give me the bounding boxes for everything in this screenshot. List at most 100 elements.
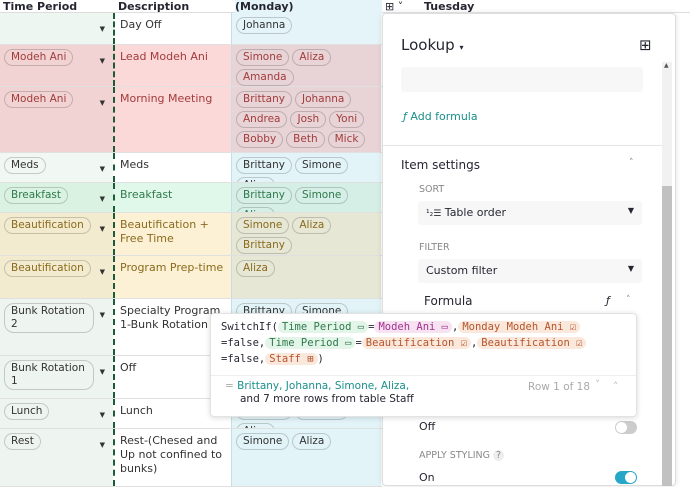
filter-select[interactable]: Custom filter ▼ <box>418 259 642 283</box>
time-period-cell[interactable]: Beautification ▼ <box>0 256 113 298</box>
table-row[interactable]: Beautification ▼ Program Prep-time Aliza <box>0 256 382 299</box>
toggle-switch-off[interactable] <box>615 421 637 434</box>
divider <box>383 145 663 146</box>
staff-chip: Simone <box>236 217 290 234</box>
table-row[interactable]: Beautification ▼ Beautification + Free Tim… <box>0 213 382 256</box>
dropdown-arrow-icon[interactable]: ▼ <box>100 25 105 33</box>
time-period-cell[interactable]: ▼ <box>0 13 113 44</box>
row-counter: Row 1 of 18 <box>528 381 591 393</box>
token-text: Time Period <box>281 321 352 333</box>
formula-input[interactable] <box>401 67 643 92</box>
column-token: Beautification ☑ <box>477 337 587 349</box>
monday-staff-cell[interactable]: Johanna <box>231 13 381 44</box>
time-period-cell[interactable]: Meds ▼ <box>0 153 113 182</box>
function-icon: ƒ <box>403 110 407 123</box>
scroll-up-icon[interactable]: ▲ <box>664 62 669 69</box>
dropdown-arrow-icon[interactable]: ▼ <box>100 411 105 419</box>
dropdown-arrow-icon[interactable]: ▼ <box>100 268 105 276</box>
toggle-switch-on[interactable] <box>615 471 637 484</box>
prev-row-icon[interactable]: ˄ <box>613 381 618 394</box>
monday-staff-cell[interactable]: Simone Aliza <box>231 429 381 486</box>
add-formula-label: Add formula <box>410 110 478 123</box>
staff-chip: Brittany <box>236 157 292 174</box>
formula-text: =false, <box>221 353 266 365</box>
help-icon[interactable]: ? <box>493 450 505 461</box>
staff-chip: Bobby <box>236 131 284 148</box>
table-token: Staff ⊞ <box>265 353 318 365</box>
column-header-time-period[interactable]: Time Period <box>3 0 77 13</box>
description-cell[interactable]: Rest-(Chesed and Up not confined to bunk… <box>113 429 231 486</box>
monday-staff-cell[interactable]: Simone Aliza Brittany <box>231 213 381 255</box>
time-period-cell[interactable]: Beautification ▼ <box>0 213 113 255</box>
value-token: Beautification ☑ <box>361 337 471 349</box>
formula-code[interactable]: SwitchIf(Time Period ▭ = Modeh Ani ▭, Monda… <box>211 314 636 372</box>
column-options-icon[interactable]: ⊞ ˅ <box>385 0 403 13</box>
description-cell[interactable]: Lead Modeh Ani <box>113 45 231 86</box>
column-header-tuesday[interactable]: Tuesday <box>424 0 474 13</box>
staff-chip: Aliza <box>236 260 275 277</box>
time-period-cell[interactable]: Bunk Rotation 1 ▼ <box>0 356 113 398</box>
table-icon[interactable]: ⊞ <box>639 36 652 54</box>
formula-heading: Formula <box>424 294 473 308</box>
description-cell[interactable]: Breakfast <box>113 183 231 212</box>
time-period-cell[interactable]: Modeh Ani ▼ <box>0 45 113 86</box>
monday-staff-cell[interactable]: Simone Aliza Amanda <box>231 45 381 86</box>
time-period-chip: Modeh Ani <box>4 49 74 66</box>
staff-chip: Yoni <box>329 111 365 128</box>
sort-label: SORT <box>419 184 445 195</box>
dropdown-arrow-icon[interactable]: ▼ <box>100 195 105 203</box>
dropdown-arrow-icon[interactable]: ▼ <box>100 165 105 173</box>
table-row[interactable]: Meds ▼ Meds BrittanySimone Aliza <box>0 153 382 183</box>
table-row[interactable]: Breakfast ▼ Breakfast BrittanySimone Aliza <box>0 183 382 213</box>
monday-staff-cell[interactable]: Aliza <box>231 256 381 298</box>
collapse-icon[interactable]: ˄ <box>629 158 634 168</box>
function-icon[interactable]: ƒ <box>606 294 610 307</box>
formula-editor-popup[interactable]: SwitchIf(Time Period ▭ = Modeh Ani ▭, Monda… <box>210 313 637 417</box>
dropdown-arrow-icon[interactable]: ▼ <box>100 99 105 107</box>
add-formula-button[interactable]: ƒ Add formula <box>403 110 478 123</box>
dropdown-arrow-icon[interactable]: ▼ <box>100 368 105 376</box>
formula-close: ) <box>317 353 324 365</box>
scrollbar-thumb[interactable] <box>662 186 672 486</box>
time-period-cell[interactable]: Breakfast ▼ <box>0 183 113 212</box>
description-cell[interactable]: Beautification + Free Time <box>113 213 231 255</box>
table-row[interactable]: Rest ▼ Rest-(Chesed and Up not confined to… <box>0 429 382 487</box>
token-text: Beautification <box>365 337 455 349</box>
dropdown-arrow-icon[interactable]: ▼ <box>100 57 105 65</box>
dropdown-arrow-icon[interactable]: ▼ <box>100 441 105 449</box>
time-period-chip: Bunk Rotation 2 <box>4 303 94 333</box>
column-header-description[interactable]: Description <box>118 0 189 13</box>
token-text: Beautification <box>481 337 570 349</box>
sort-select[interactable]: ¹₂☰ Table order ▼ <box>418 201 642 225</box>
monday-staff-cell[interactable]: Brittany Johanna Andrea Josh Yoni Bobby Beth Mi… <box>231 87 381 152</box>
staff-chip: Johanna <box>236 17 293 34</box>
on-label: On <box>419 471 435 484</box>
monday-staff-cell[interactable]: BrittanySimone Aliza <box>231 183 381 212</box>
time-period-cell[interactable]: Modeh Ani ▼ <box>0 87 113 152</box>
dropdown-arrow-icon[interactable]: ▼ <box>100 225 105 233</box>
description-cell[interactable]: Day Off <box>113 13 231 44</box>
dropdown-arrow-icon[interactable]: ▼ <box>100 311 105 319</box>
time-period-cell[interactable]: Bunk Rotation 2 ▼ <box>0 299 113 355</box>
table-row[interactable]: Modeh Ani ▼ Morning Meeting Brittany Johanna… <box>0 87 382 153</box>
panel-scrollbar[interactable]: ▲ <box>662 62 672 486</box>
table-row[interactable]: ▼ Day Off Johanna <box>0 13 382 45</box>
description-cell[interactable]: Program Prep-time <box>113 256 231 298</box>
description-cell[interactable]: Meds <box>113 153 231 182</box>
time-period-cell[interactable]: Lunch ▼ <box>0 399 113 428</box>
staff-chip: Simone <box>294 157 349 174</box>
collapse-icon[interactable]: ˄ <box>626 295 631 305</box>
staff-chip: Aliza <box>292 217 332 234</box>
panel-title-text: Lookup <box>401 36 455 54</box>
panel-title[interactable]: Lookup ▾ <box>401 36 464 54</box>
time-period-cell[interactable]: Rest ▼ <box>0 429 113 486</box>
staff-chip: Aliza <box>236 423 275 428</box>
column-header-row: Time Period Description (Monday) ⊞ ˅ Tue… <box>0 0 690 13</box>
next-row-icon[interactable]: ˅ <box>595 379 600 392</box>
description-cell[interactable]: Morning Meeting <box>113 87 231 152</box>
apply-styling-text: APPLY STYLING <box>419 450 491 461</box>
filter-label: FILTER <box>419 242 450 253</box>
column-header-monday[interactable]: (Monday) <box>235 0 382 13</box>
monday-staff-cell[interactable]: BrittanySimone Aliza <box>231 153 381 182</box>
table-row[interactable]: Modeh Ani ▼ Lead Modeh Ani Simone Aliza Amand… <box>0 45 382 87</box>
